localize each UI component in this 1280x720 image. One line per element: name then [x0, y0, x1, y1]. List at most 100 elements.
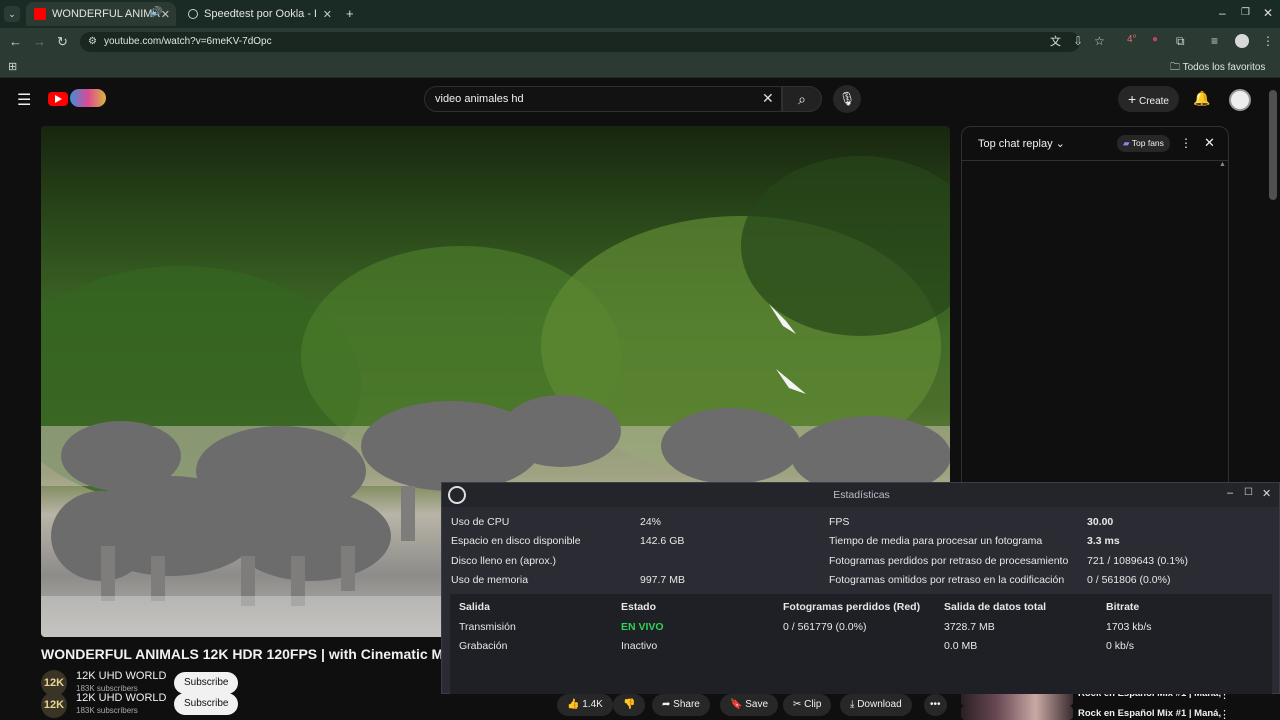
create-button[interactable]: + Create: [1118, 86, 1179, 112]
search-input-value: video animales hd: [435, 93, 524, 105]
stat-label: Fotogramas omitidos por retraso en la co…: [829, 574, 1065, 586]
stats-titlebar: Estadísticas – ☐ ✕: [442, 483, 1279, 507]
download-icon: ⤓: [850, 699, 855, 710]
youtube-header: ☰ video animales hd ✕ ⌕ 🎙 + Create 🔔: [0, 80, 1265, 120]
table-cell: 0 kb/s: [1106, 640, 1135, 652]
clip-label: Clip: [804, 699, 822, 710]
recommendation-menu-icon[interactable]: ⋮: [1219, 708, 1230, 720]
output-table: Salida Estado Fotogramas perdidos (Red) …: [450, 594, 1272, 694]
tab-title: Speedtest por Ookla - La: [204, 8, 316, 20]
table-header: Salida: [459, 601, 490, 613]
bookmarks-bar: ⊞ 🗀 Todos los favoritos: [0, 56, 1280, 78]
doodle-logo-icon[interactable]: [70, 89, 106, 107]
search-input[interactable]: video animales hd: [424, 86, 782, 112]
tab-search-button[interactable]: ⌄: [4, 6, 20, 22]
bookmark-star-icon[interactable]: ☆: [1094, 34, 1105, 48]
notifications-bell-icon[interactable]: 🔔: [1193, 90, 1210, 107]
more-actions-button[interactable]: •••: [924, 694, 947, 716]
new-tab-button[interactable]: +: [346, 6, 354, 21]
all-bookmarks-folder[interactable]: 🗀 Todos los favoritos: [1170, 60, 1265, 77]
stat-label: Fotogramas perdidos por retraso de proce…: [829, 555, 1069, 567]
close-window-button[interactable]: ✕: [1263, 6, 1273, 20]
stat-label: Uso de memoria: [451, 574, 529, 586]
stat-label: FPS: [829, 516, 850, 528]
extension-icon[interactable]: ●: [1152, 34, 1158, 45]
address-bar[interactable]: ⚙ youtube.com/watch?v=6meKV-7dOpc 文: [80, 32, 1080, 52]
subscribe-button[interactable]: Subscribe: [174, 693, 239, 715]
share-button[interactable]: ➦ Share: [652, 694, 710, 716]
stats-close-button[interactable]: ✕: [1262, 487, 1271, 500]
table-header: Estado: [621, 601, 657, 613]
folder-icon: 🗀: [1170, 62, 1180, 73]
clear-search-icon[interactable]: ✕: [762, 90, 774, 107]
thumbs-down-icon: 👎: [623, 699, 636, 710]
stats-maximize-button[interactable]: ☐: [1244, 487, 1253, 498]
save-button[interactable]: 🔖 Save: [720, 694, 779, 716]
stats-window-title: Estadísticas: [833, 489, 890, 501]
chat-scroll-up-icon[interactable]: ▲: [1219, 161, 1226, 168]
channel-avatar[interactable]: 12K: [41, 692, 67, 718]
live-chat-panel: Top chat replay ⌄ ▰ Top fans ⋮ ✕ ▲: [961, 126, 1229, 496]
site-info-icon[interactable]: ⚙: [88, 32, 97, 52]
stat-label: Tiempo de media para procesar un fotogra…: [829, 535, 1043, 547]
tab-close-icon[interactable]: ✕: [161, 8, 170, 21]
channel-row-duplicate: 12K 12K UHD WORLD 183K subscribers Subsc…: [41, 692, 241, 718]
chat-mode-label: Top chat replay: [978, 138, 1053, 150]
tab-speedtest[interactable]: Speedtest por Ookla - La ✕: [180, 2, 338, 26]
menu-hamburger-icon[interactable]: ☰: [17, 90, 31, 110]
restore-button[interactable]: ❐: [1241, 7, 1250, 18]
extensions-puzzle-icon[interactable]: ⧉: [1176, 34, 1185, 49]
voice-search-button[interactable]: 🎙: [833, 85, 861, 113]
account-avatar[interactable]: [1229, 89, 1251, 111]
table-cell: 3728.7 MB: [944, 621, 995, 633]
save-label: Save: [745, 699, 769, 710]
reload-icon[interactable]: ↻: [57, 34, 68, 50]
share-icon: ➦: [662, 699, 671, 710]
stats-minimize-button[interactable]: –: [1227, 487, 1233, 499]
translate-icon[interactable]: 文: [1050, 32, 1061, 52]
chat-more-icon[interactable]: ⋮: [1180, 136, 1192, 150]
forward-icon[interactable]: →: [33, 34, 46, 49]
extension-badge-icon[interactable]: 4°: [1127, 34, 1137, 45]
table-header: Salida de datos total: [944, 601, 1047, 613]
recommendation-item[interactable]: Rock en Español Mix #1 | Maná, ⋮: [961, 706, 1265, 720]
profile-avatar[interactable]: [1235, 34, 1249, 48]
clip-button[interactable]: ✂ Clip: [783, 694, 832, 716]
subscribe-button[interactable]: Subscribe: [174, 672, 239, 694]
fans-badge-icon: ▰: [1123, 138, 1130, 148]
youtube-logo-icon[interactable]: [48, 92, 68, 106]
speedtest-favicon-icon: [188, 9, 198, 19]
channel-name[interactable]: 12K UHD WORLD: [76, 692, 166, 704]
top-fans-button[interactable]: ▰ Top fans: [1117, 135, 1170, 152]
browser-menu-icon[interactable]: ⋮: [1262, 34, 1274, 48]
tab-youtube[interactable]: WONDERFUL ANIMA 🔊 ✕: [26, 2, 176, 26]
search-icon: ⌕: [798, 91, 806, 107]
browser-tab-strip: ⌄ WONDERFUL ANIMA 🔊 ✕ Speedtest por Ookl…: [0, 0, 1280, 28]
stat-value: 30.00: [1087, 516, 1114, 528]
apps-grid-icon[interactable]: ⊞: [8, 60, 17, 73]
recommendation-thumbnail[interactable]: [961, 706, 1073, 720]
dislike-button[interactable]: 👎: [613, 694, 646, 716]
table-header: Fotogramas perdidos (Red): [783, 601, 921, 613]
download-button[interactable]: ⤓ Download: [840, 694, 912, 716]
minimize-button[interactable]: –: [1219, 6, 1226, 20]
media-controls-icon[interactable]: ≡: [1211, 34, 1218, 48]
chat-close-icon[interactable]: ✕: [1204, 135, 1215, 151]
subscriber-count: 183K subscribers: [76, 706, 138, 715]
tab-close-icon[interactable]: ✕: [323, 8, 332, 21]
chat-mode-dropdown[interactable]: Top chat replay ⌄: [978, 137, 1065, 150]
like-button[interactable]: 👍 1.4K: [557, 694, 613, 716]
install-app-icon[interactable]: ⇩: [1073, 34, 1083, 48]
stat-label: Disco lleno en (aprox.): [451, 555, 557, 567]
table-cell: 0 / 561779 (0.0%): [783, 621, 867, 633]
like-count: 1.4K: [582, 699, 603, 710]
table-cell: 1703 kb/s: [1106, 621, 1152, 633]
stat-value: 142.6 GB: [640, 535, 685, 547]
channel-name[interactable]: 12K UHD WORLD: [76, 670, 166, 682]
share-label: Share: [673, 699, 700, 710]
page-scrollbar[interactable]: [1269, 90, 1277, 200]
tab-title: WONDERFUL ANIMA: [52, 8, 160, 20]
recommendation-title[interactable]: Rock en Español Mix #1 | Maná,: [1078, 708, 1221, 719]
back-icon[interactable]: ←: [9, 34, 22, 49]
search-button[interactable]: ⌕: [782, 86, 822, 112]
